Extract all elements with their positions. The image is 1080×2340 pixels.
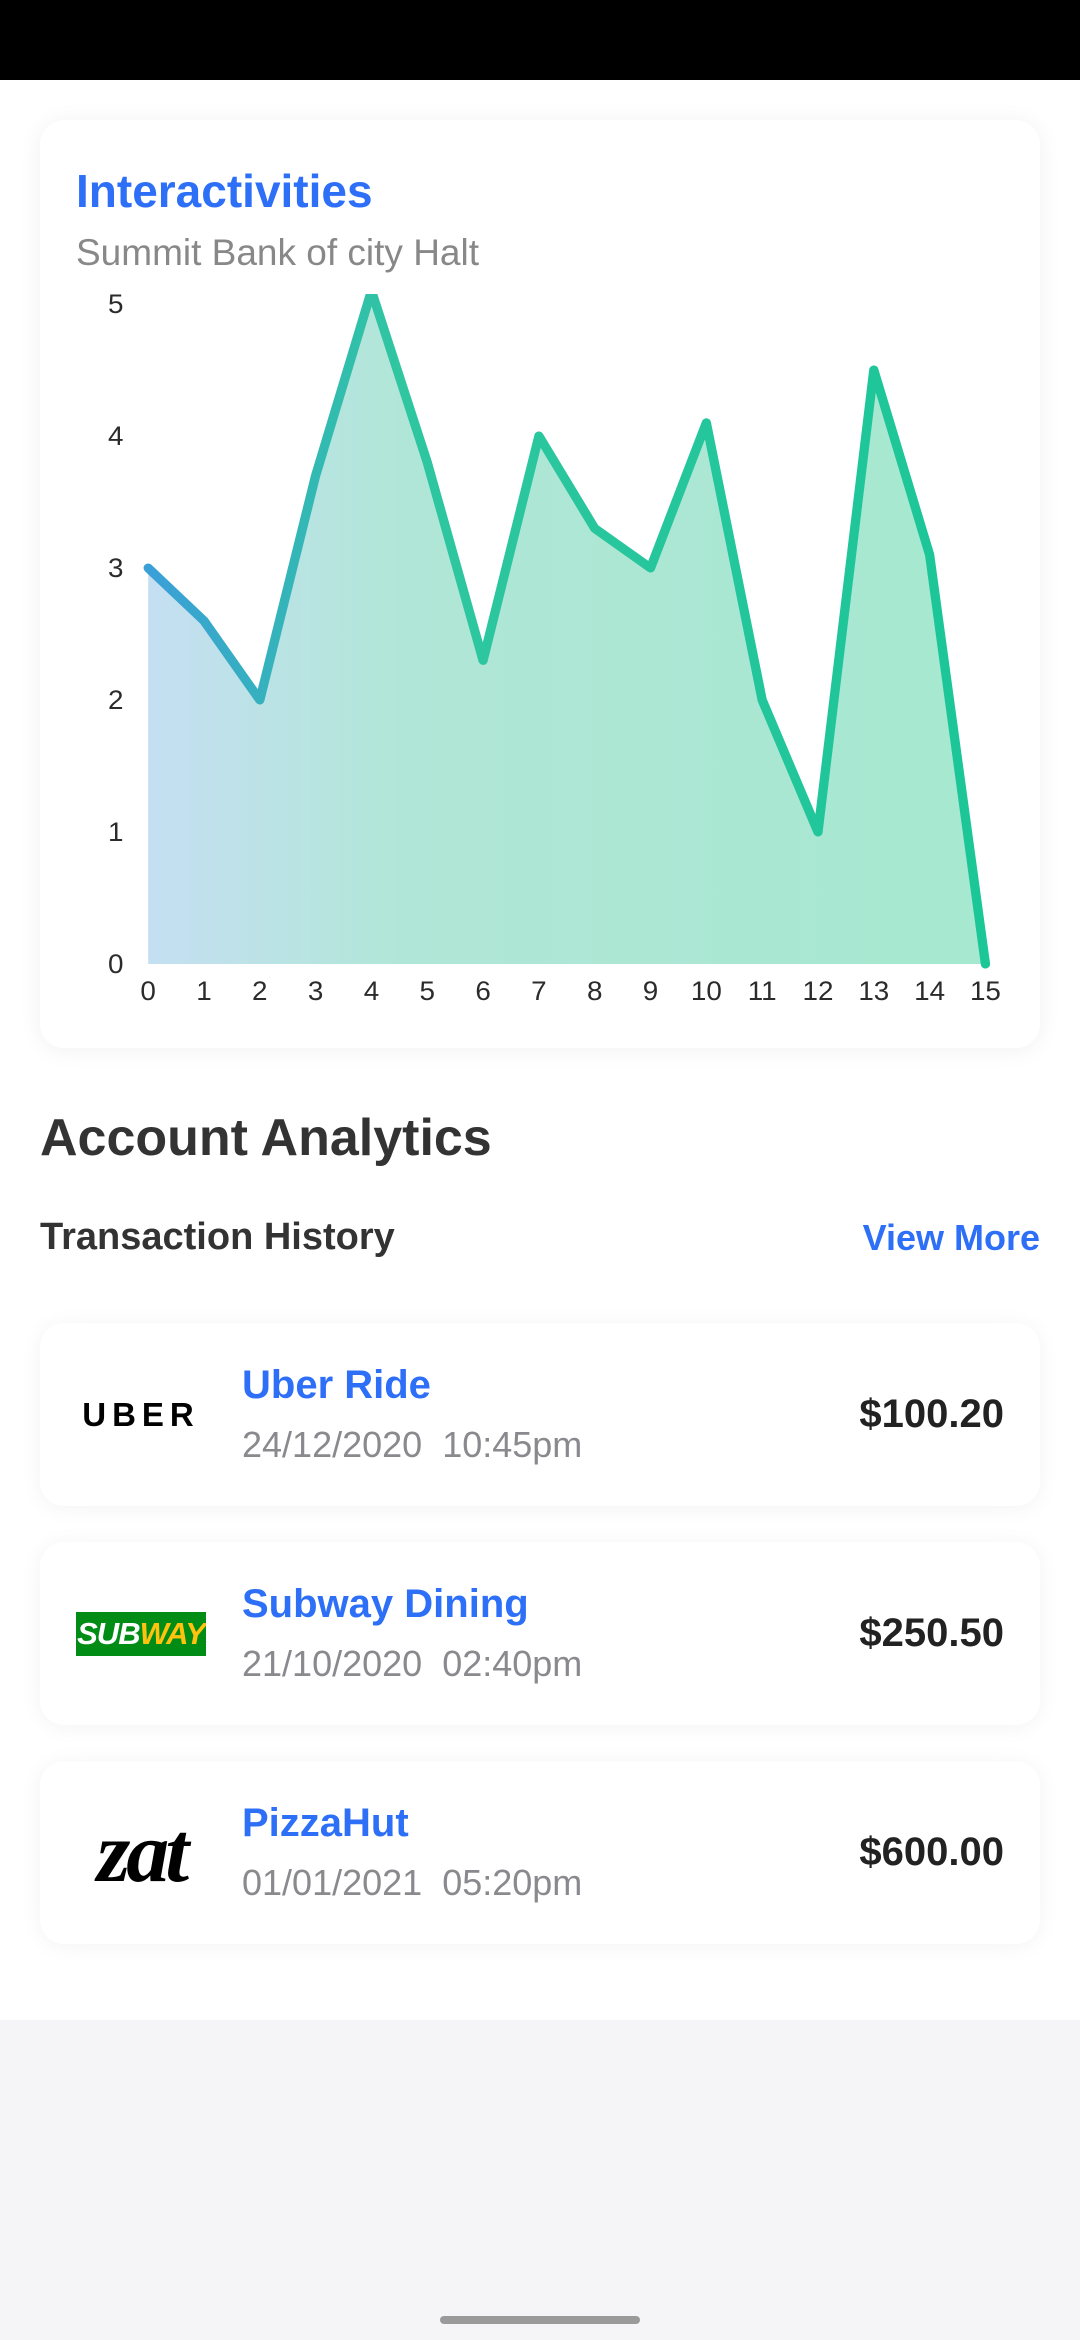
x-tick: 1: [196, 975, 211, 1006]
y-tick: 5: [108, 294, 123, 319]
transaction-item[interactable]: UBER Uber Ride 24/12/2020 10:45pm $100.20: [40, 1323, 1040, 1506]
x-tick: 11: [748, 975, 777, 1006]
transaction-amount: $250.50: [859, 1611, 1004, 1656]
section-title: Account Analytics: [40, 1108, 1040, 1168]
transaction-name: PizzaHut: [242, 1801, 823, 1846]
home-indicator[interactable]: [440, 2316, 640, 2324]
x-tick: 4: [364, 975, 379, 1006]
x-tick: 5: [420, 975, 435, 1006]
x-tick: 8: [587, 975, 602, 1006]
transaction-item[interactable]: SUBWAY Subway Dining 21/10/2020 02:40pm $250…: [40, 1542, 1040, 1725]
x-tick: 6: [475, 975, 490, 1006]
view-more-button[interactable]: View More: [863, 1217, 1040, 1259]
y-tick: 2: [108, 684, 123, 715]
transaction-name: Subway Dining: [242, 1582, 823, 1627]
transaction-meta: 01/01/2021 05:20pm: [242, 1862, 823, 1904]
transaction-info: PizzaHut 01/01/2021 05:20pm: [242, 1801, 823, 1904]
transaction-time: 10:45pm: [442, 1424, 582, 1465]
transaction-amount: $100.20: [859, 1392, 1004, 1437]
x-tick: 14: [914, 975, 945, 1006]
x-tick: 12: [803, 975, 834, 1006]
x-tick: 10: [691, 975, 722, 1006]
list-header: Transaction History View More: [40, 1216, 1040, 1259]
transaction-amount: $600.00: [859, 1830, 1004, 1875]
x-tick: 3: [308, 975, 323, 1006]
x-tick: 15: [970, 975, 1001, 1006]
transaction-info: Uber Ride 24/12/2020 10:45pm: [242, 1363, 823, 1466]
transaction-history-label: Transaction History: [40, 1216, 395, 1259]
y-tick: 4: [108, 420, 123, 451]
chart-title: Interactivities: [76, 164, 1004, 218]
x-tick: 0: [140, 975, 155, 1006]
transaction-meta: 24/12/2020 10:45pm: [242, 1424, 823, 1466]
pizzahut-logo-icon: zat: [76, 1803, 206, 1903]
transaction-date: 21/10/2020: [242, 1643, 422, 1684]
x-tick: 9: [643, 975, 658, 1006]
x-tick: 7: [531, 975, 546, 1006]
transaction-name: Uber Ride: [242, 1363, 823, 1408]
y-tick: 3: [108, 552, 123, 583]
transaction-date: 01/01/2021: [242, 1862, 422, 1903]
y-tick: 0: [108, 948, 123, 979]
chart-subtitle: Summit Bank of city Halt: [76, 232, 1004, 274]
subway-logo-icon: SUBWAY: [76, 1584, 206, 1684]
transaction-time: 02:40pm: [442, 1643, 582, 1684]
chart-card: Interactivities Summit Bank of city Halt…: [40, 120, 1040, 1048]
transaction-item[interactable]: zat PizzaHut 01/01/2021 05:20pm $600.00: [40, 1761, 1040, 1944]
main-content: Interactivities Summit Bank of city Halt…: [0, 80, 1080, 2020]
x-tick: 13: [858, 975, 889, 1006]
y-tick: 1: [108, 816, 123, 847]
uber-logo-icon: UBER: [76, 1365, 206, 1465]
x-tick: 2: [252, 975, 267, 1006]
area-chart: 012345 0123456789101112131415: [76, 294, 1004, 1024]
status-bar: [0, 0, 1080, 80]
transaction-time: 05:20pm: [442, 1862, 582, 1903]
transaction-date: 24/12/2020: [242, 1424, 422, 1465]
transaction-meta: 21/10/2020 02:40pm: [242, 1643, 823, 1685]
transaction-list: UBER Uber Ride 24/12/2020 10:45pm $100.20 SUB…: [40, 1323, 1040, 1944]
transaction-info: Subway Dining 21/10/2020 02:40pm: [242, 1582, 823, 1685]
